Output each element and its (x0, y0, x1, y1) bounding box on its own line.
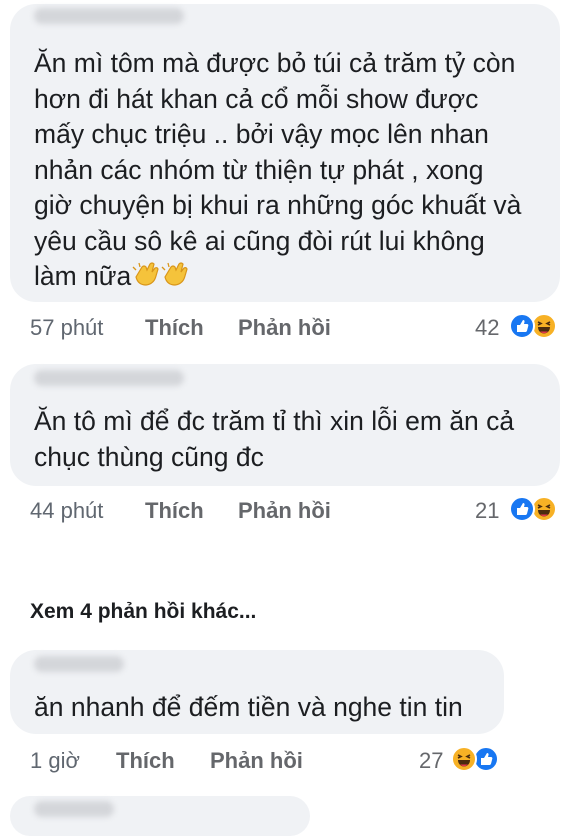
reaction-count[interactable]: 42 (475, 315, 499, 341)
like-button[interactable]: Thích (116, 748, 175, 774)
clapping-hands-icon (131, 261, 193, 301)
reaction-count[interactable]: 27 (419, 748, 443, 774)
view-more-replies-link[interactable]: Xem 4 phản hồi khác... (30, 600, 256, 624)
like-reaction-icon (509, 496, 535, 522)
haha-reaction-icon (451, 746, 477, 772)
comment-time: 44 phút (30, 498, 104, 523)
author-name-blurred[interactable] (34, 8, 184, 24)
like-reaction-icon (509, 313, 535, 339)
comment-text: Ăn mì tôm mà được bỏ túi cả trăm tỷ còn … (34, 46, 554, 301)
reaction-summary[interactable] (451, 746, 501, 774)
reaction-count[interactable]: 21 (475, 498, 499, 524)
like-button[interactable]: Thích (145, 498, 204, 524)
comment-time: 57 phút (30, 315, 104, 340)
author-name-blurred[interactable] (34, 656, 124, 672)
reply-button[interactable]: Phản hồi (210, 748, 303, 774)
reply-button[interactable]: Phản hồi (238, 498, 331, 524)
reply-button[interactable]: Phản hồi (238, 315, 331, 341)
like-button[interactable]: Thích (145, 315, 204, 341)
author-name-blurred[interactable] (34, 801, 114, 817)
reaction-summary[interactable] (509, 313, 559, 341)
author-name-blurred[interactable] (34, 370, 184, 386)
reaction-summary[interactable] (509, 496, 559, 524)
comment-text: ăn nhanh để đếm tiền và nghe tin tin (34, 692, 463, 722)
comment-time: 1 giờ (30, 748, 80, 773)
comment-text: Ăn tô mì để đc trăm tỉ thì xin lỗi em ăn… (34, 406, 515, 472)
